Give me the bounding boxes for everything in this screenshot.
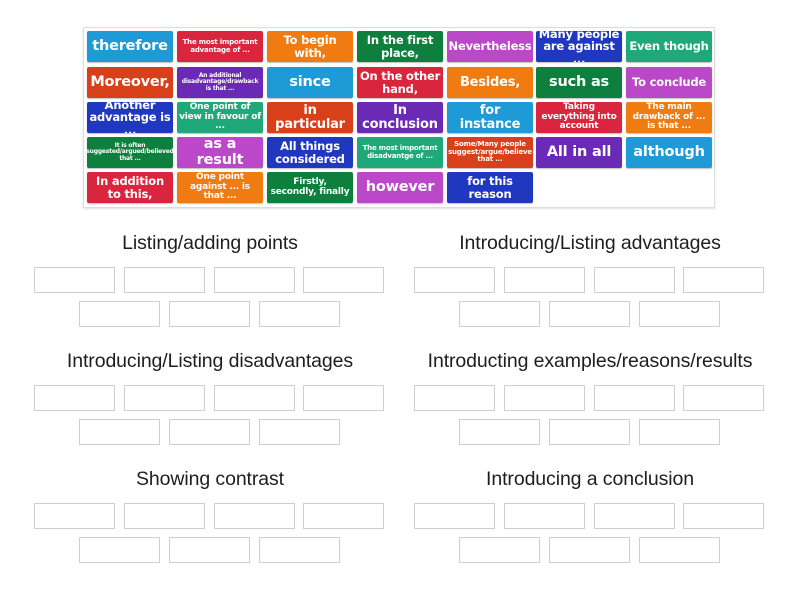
phrase-tile[interactable]: since <box>267 67 353 98</box>
phrase-tile[interactable]: Besides, <box>447 67 533 98</box>
drop-slot[interactable] <box>549 301 630 327</box>
group-title: Introducting examples/reasons/results <box>427 350 753 372</box>
group-title: Introducing a conclusion <box>486 468 694 490</box>
drop-slot[interactable] <box>303 503 384 529</box>
group-title: Introducing/Listing disadvantages <box>66 350 354 372</box>
drop-slot[interactable] <box>259 301 340 327</box>
drop-slot[interactable] <box>214 385 295 411</box>
phrase-tile[interactable]: The most important disadvantge of ... <box>357 137 443 168</box>
drop-slot[interactable] <box>169 419 250 445</box>
drop-slot[interactable] <box>34 267 115 293</box>
phrase-tile[interactable]: In addition to this, <box>87 172 173 203</box>
drop-slot[interactable] <box>683 503 764 529</box>
drop-slot[interactable] <box>504 267 585 293</box>
phrase-tile[interactable]: Firstly, secondly, finally <box>267 172 353 203</box>
phrase-tile[interactable]: In the first place, <box>357 31 443 62</box>
phrase-tile[interactable]: therefore <box>87 31 173 62</box>
drop-slot[interactable] <box>124 267 205 293</box>
phrase-tile[interactable]: The main drawback of ... is that ... <box>626 102 712 133</box>
drop-slot[interactable] <box>549 419 630 445</box>
drop-slot[interactable] <box>214 503 295 529</box>
drop-slot[interactable] <box>459 419 540 445</box>
phrase-tile[interactable]: for this reason <box>447 172 533 203</box>
drop-slot[interactable] <box>414 503 495 529</box>
phrase-tile[interactable]: for instance <box>447 102 533 133</box>
phrase-tile[interactable]: It is often suggested/argued/believed th… <box>87 137 173 168</box>
drop-slot[interactable] <box>169 301 250 327</box>
drop-slot[interactable] <box>414 385 495 411</box>
drop-slot[interactable] <box>169 537 250 563</box>
phrase-tile[interactable]: Moreover, <box>87 67 173 98</box>
phrase-tile[interactable]: however <box>357 172 443 203</box>
phrase-tile[interactable]: One point of view in favour of ... <box>177 102 263 133</box>
drop-slot[interactable] <box>639 419 720 445</box>
phrase-tile[interactable]: One point against ... is that ... <box>177 172 263 203</box>
group-title: Introducing/Listing advantages <box>459 232 721 254</box>
phrase-tile[interactable]: Even though <box>626 31 712 62</box>
phrase-tile[interactable]: All in all <box>536 137 622 168</box>
drop-slot[interactable] <box>414 267 495 293</box>
drop-slot[interactable] <box>504 385 585 411</box>
phrase-tile[interactable]: in particular <box>267 102 353 133</box>
phrase-tile[interactable]: The most important advantage of ... <box>177 31 263 62</box>
drop-slot[interactable] <box>79 419 160 445</box>
drop-slot[interactable] <box>34 503 115 529</box>
phrase-tile[interactable]: as a result <box>177 137 263 168</box>
drop-slot[interactable] <box>79 301 160 327</box>
drop-slot[interactable] <box>303 267 384 293</box>
drop-slot[interactable] <box>459 537 540 563</box>
phrase-tile[interactable]: Taking everything into account <box>536 102 622 133</box>
phrase-tile[interactable]: Nevertheless <box>447 31 533 62</box>
phrase-tile[interactable]: In conclusion <box>357 102 443 133</box>
phrase-tile[interactable]: Another advantage is ... <box>87 102 173 133</box>
phrase-tile[interactable]: Some/Many people suggest/argue/believe t… <box>447 137 533 168</box>
drop-slot[interactable] <box>639 301 720 327</box>
phrase-tile[interactable]: Many people are against ... <box>536 31 622 62</box>
drop-slot[interactable] <box>259 419 340 445</box>
phrase-tile[interactable]: All things considered <box>267 137 353 168</box>
phrase-tile[interactable]: such as <box>536 67 622 98</box>
drop-slot[interactable] <box>549 537 630 563</box>
drop-slot[interactable] <box>124 503 205 529</box>
tile-bank: therefore The most important advantage of… <box>83 27 715 208</box>
drop-slot[interactable] <box>504 503 585 529</box>
phrase-tile[interactable]: On the other hand, <box>357 67 443 98</box>
drop-slot[interactable] <box>459 301 540 327</box>
drop-slot[interactable] <box>34 385 115 411</box>
phrase-tile[interactable]: To conclude <box>626 67 712 98</box>
drop-slot[interactable] <box>594 385 675 411</box>
group-title: Showing contrast <box>136 468 284 490</box>
drop-slot[interactable] <box>594 503 675 529</box>
drop-slot[interactable] <box>214 267 295 293</box>
phrase-tile[interactable]: although <box>626 137 712 168</box>
phrase-tile[interactable]: To begin with, <box>267 31 353 62</box>
drop-slot[interactable] <box>683 267 764 293</box>
group-title: Listing/adding points <box>122 232 298 254</box>
drop-slot[interactable] <box>259 537 340 563</box>
drop-slot[interactable] <box>303 385 384 411</box>
drop-slot[interactable] <box>79 537 160 563</box>
drop-slot[interactable] <box>124 385 205 411</box>
phrase-tile[interactable]: An additional disadvantage/drawback is t… <box>177 67 263 98</box>
drop-slot[interactable] <box>594 267 675 293</box>
drop-slot[interactable] <box>683 385 764 411</box>
drop-slot[interactable] <box>639 537 720 563</box>
